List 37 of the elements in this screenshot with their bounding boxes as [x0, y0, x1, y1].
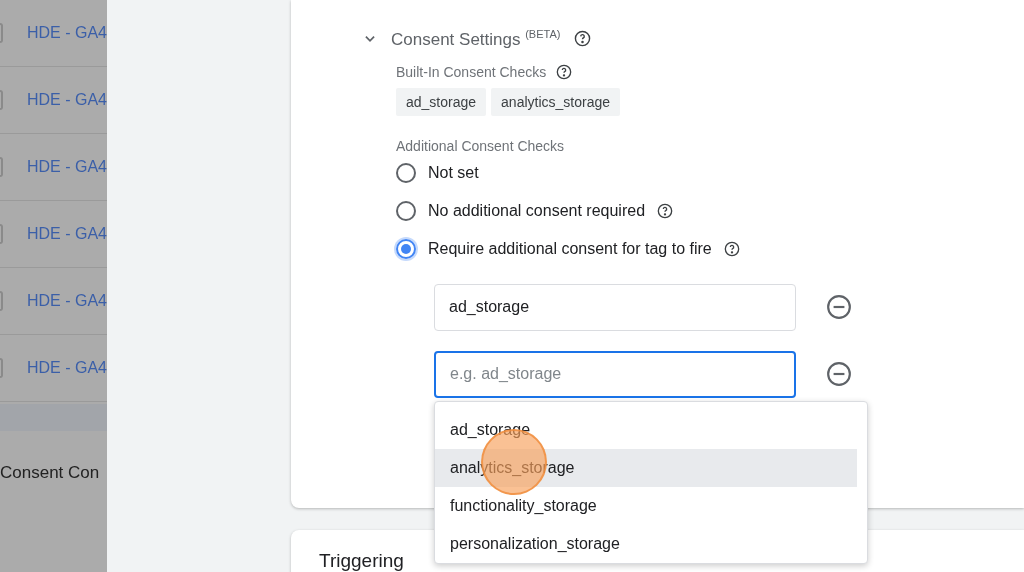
help-icon[interactable]: [574, 30, 592, 48]
tag-link[interactable]: HDE - GA4: [27, 158, 107, 176]
help-icon[interactable]: [556, 63, 573, 80]
input-field[interactable]: e.g. ad_storage: [434, 350, 796, 398]
section-title: Triggering: [319, 550, 404, 571]
checkbox[interactable]: [0, 358, 3, 378]
section-label: Consent Con: [0, 463, 101, 483]
radio-button[interactable]: [396, 200, 416, 221]
field-label: Built-In Consent Checks: [396, 63, 547, 80]
checkbox[interactable]: [0, 157, 3, 177]
help-icon[interactable]: [657, 202, 674, 219]
radio-label: No additional consent required: [428, 201, 646, 220]
menu-item[interactable]: personalization_storage: [435, 524, 857, 563]
field-label: Additional Consent Checks: [396, 137, 565, 154]
consent-chip: analytics_storage: [491, 87, 620, 116]
checkbox[interactable]: [0, 291, 3, 311]
menu-item[interactable]: ad_storage: [435, 410, 857, 449]
input-field[interactable]: ad_storage: [434, 283, 796, 331]
radio-button[interactable]: [396, 238, 416, 259]
radio-button[interactable]: [396, 162, 416, 183]
checkbox[interactable]: [0, 90, 3, 110]
remove-icon[interactable]: [826, 294, 852, 321]
section-title: Consent Settings $^{(BETA)}$: [391, 28, 561, 50]
menu-item[interactable]: analytics_storage: [435, 448, 857, 487]
remove-icon[interactable]: [826, 361, 852, 388]
consent-chip: ad_storage: [396, 87, 487, 116]
tag-link[interactable]: HDE - GA4: [27, 24, 107, 42]
help-icon[interactable]: [723, 240, 740, 257]
checkbox[interactable]: [0, 224, 3, 244]
tag-link[interactable]: HDE - GA4: [27, 225, 107, 243]
tag-link[interactable]: HDE - GA4: [27, 91, 107, 109]
checkbox[interactable]: [0, 23, 3, 43]
menu-item[interactable]: functionality_storage: [435, 486, 857, 525]
tag-link[interactable]: HDE - GA4: [27, 292, 107, 310]
radio-label: Not set: [428, 163, 479, 182]
tag-link[interactable]: HDE - GA4: [27, 359, 107, 377]
radio-label: Require additional consent for tag to fire: [428, 239, 712, 258]
